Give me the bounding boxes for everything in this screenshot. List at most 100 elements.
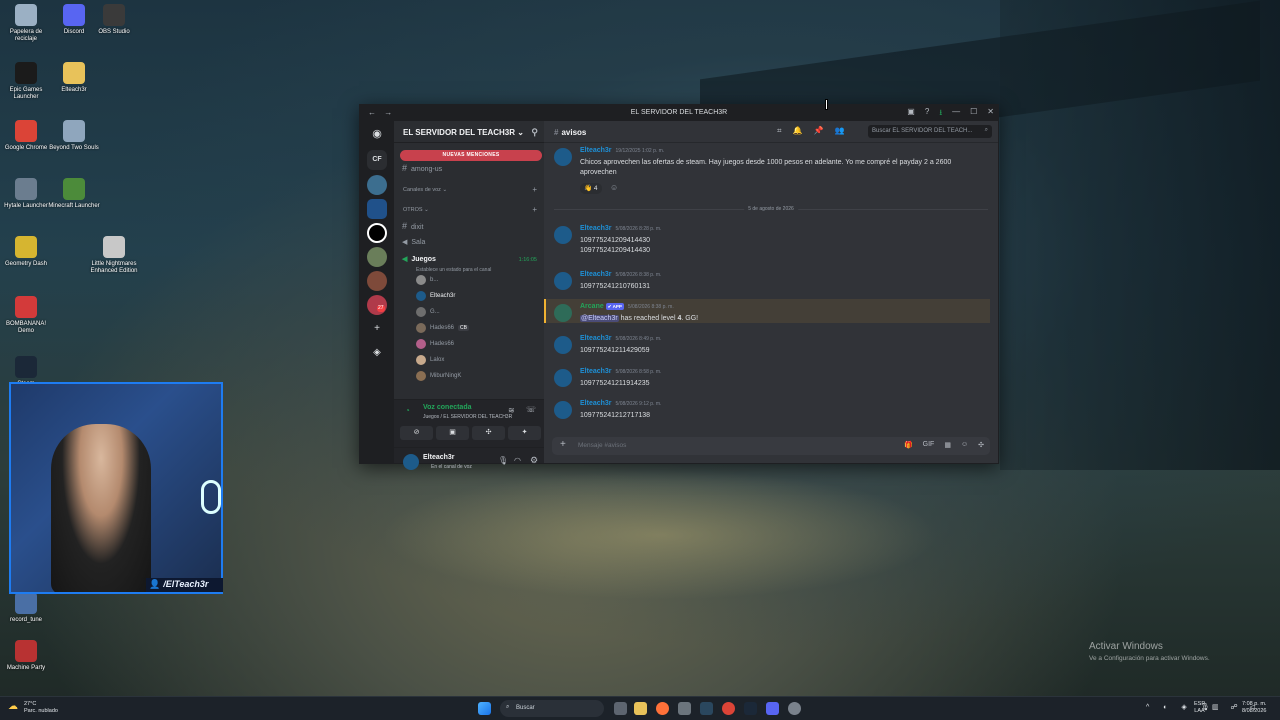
activities-button[interactable]: ✣ — [472, 426, 505, 440]
apps-icon[interactable]: ✣ — [978, 441, 984, 449]
disconnect-icon[interactable]: ☏ — [526, 405, 536, 414]
desktop-shortcut[interactable]: Beyond Two Souls — [46, 120, 102, 152]
add-server-icon[interactable]: + — [367, 319, 387, 339]
desktop-shortcut[interactable]: Little Nightmares Enhanced Edition — [86, 236, 142, 275]
voice-member[interactable]: Hades66 — [416, 339, 454, 349]
download-icon[interactable]: ⭳ — [939, 107, 942, 121]
avatar[interactable] — [554, 304, 572, 322]
desktop-shortcut[interactable]: Minecraft Launcher — [46, 178, 102, 210]
add-channel-icon[interactable]: + — [532, 205, 537, 214]
voice-member[interactable]: Lalox — [416, 355, 444, 365]
server-icon-2[interactable] — [367, 199, 387, 219]
gif-icon[interactable]: GIF — [923, 441, 935, 449]
server-icon-6[interactable]: 27 — [367, 295, 387, 315]
invite-people-icon[interactable]: ⚲ — [531, 127, 538, 138]
discord-taskbar-icon[interactable] — [766, 702, 779, 715]
home-discord-icon[interactable]: ◉ — [367, 124, 387, 144]
bell-icon[interactable]: 🔔 — [793, 126, 803, 136]
channel-sala[interactable]: ◀ Sala — [402, 238, 425, 246]
message-author[interactable]: Elteach3r 5/08/2026 8:49 p. m. — [580, 335, 661, 342]
channel-dixit[interactable]: # dixit — [402, 221, 423, 231]
reaction[interactable]: 👋 4 — [580, 183, 602, 194]
firefox-icon[interactable] — [656, 702, 669, 715]
sticker-icon[interactable]: ▦ — [944, 441, 951, 449]
avatar[interactable] — [554, 401, 572, 419]
gift-icon[interactable]: 🎁 — [904, 441, 913, 449]
message-author[interactable]: Elteach3r 5/08/2026 8:38 p. m. — [580, 271, 661, 278]
desktop-shortcut[interactable]: Geometry Dash — [0, 236, 54, 268]
chrome-icon[interactable] — [722, 702, 735, 715]
store-icon[interactable] — [678, 702, 691, 715]
pin-icon[interactable]: 📌 — [813, 126, 823, 136]
steam-app-icon[interactable] — [744, 702, 757, 715]
message-author[interactable]: Arcane ✔ APP 5/08/2026 8:38 p. m. — [580, 303, 674, 310]
message-composer[interactable]: + Mensaje #avisos 🎁 GIF ▦ ☺ ✣ — [552, 437, 990, 455]
steam-icon[interactable] — [700, 702, 713, 715]
language-indicator[interactable]: ESP LAA — [1194, 701, 1205, 715]
emoji-icon[interactable]: ☺ — [961, 441, 968, 449]
voice-status[interactable]: Voz conectada — [423, 404, 472, 411]
soundboard-button[interactable]: ✦ — [508, 426, 541, 440]
channel-among-us[interactable]: # among-us — [402, 163, 442, 173]
avatar[interactable] — [554, 226, 572, 244]
add-channel-icon[interactable]: + — [532, 185, 537, 194]
minimize-button[interactable]: — — [952, 107, 960, 121]
avatar[interactable] — [403, 454, 419, 470]
avatar[interactable] — [554, 148, 572, 166]
server-icon-5[interactable] — [367, 271, 387, 291]
weather-widget[interactable]: 27°C Parc. nublado — [24, 701, 58, 715]
settings-icon[interactable] — [788, 702, 801, 715]
desktop-shortcut[interactable]: OBS Studio — [86, 4, 142, 36]
channel-status-hint[interactable]: Establece un estado para el canal — [416, 267, 491, 273]
message-author[interactable]: Elteach3r 5/08/2026 8:28 p. m. — [580, 225, 661, 232]
help-icon[interactable]: ? — [925, 107, 929, 121]
desktop-shortcut[interactable]: BOMBANANA! Demo — [0, 296, 54, 335]
avatar[interactable] — [554, 336, 572, 354]
screen-share-button[interactable]: ▣ — [436, 426, 469, 440]
server-name-header[interactable]: EL SERVIDOR DEL TEACH3R ⌄ ⚲ — [394, 121, 544, 143]
threads-icon[interactable]: ⌗ — [777, 126, 782, 136]
camera-off-button[interactable]: ⊘ — [400, 426, 433, 440]
avatar[interactable] — [554, 369, 572, 387]
noise-suppression-icon[interactable]: ≋ — [508, 406, 515, 415]
search-input[interactable]: Buscar EL SERVIDOR DEL TEACH... ⌕ — [868, 125, 992, 138]
voice-member[interactable]: MiburNingK — [416, 371, 461, 381]
clock[interactable]: 7:08 p. m. 8/08/2026 — [1242, 701, 1266, 715]
explore-servers-icon[interactable]: ◈ — [367, 343, 387, 363]
headphones-icon[interactable]: ◠ — [514, 456, 521, 465]
desktop-shortcut[interactable]: Machine Party — [0, 640, 54, 672]
desktop-shortcut[interactable]: Elteach3r — [46, 62, 102, 94]
user-mention[interactable]: @Elteach3r — [580, 315, 619, 322]
message-author[interactable]: Elteach3r 5/08/2026 9:12 p. m. — [580, 400, 661, 407]
category-others[interactable]: OTROS ⌄ — [403, 207, 429, 213]
member-list-icon[interactable]: 👥 — [834, 126, 844, 136]
voice-member[interactable]: Hades66 CB — [416, 323, 469, 333]
start-button[interactable] — [478, 702, 491, 715]
category-voice[interactable]: Canales de voz ⌄ — [403, 187, 447, 193]
message-author[interactable]: Elteach3r 5/08/2026 8:58 p. m. — [580, 368, 661, 375]
weather-icon[interactable]: ☁ — [8, 701, 18, 712]
server-icon-1[interactable] — [367, 175, 387, 195]
new-mentions-banner[interactable]: NUEVAS MENCIONES — [400, 150, 542, 161]
server-icon-3[interactable] — [367, 223, 387, 243]
message-author[interactable]: Elteach3r 19/12/2025 1:02 p. m. — [580, 147, 664, 154]
add-attachment-icon[interactable]: + — [560, 439, 566, 450]
close-button[interactable]: ✕ — [987, 107, 994, 121]
avatar[interactable] — [554, 272, 572, 290]
voice-member[interactable]: G... — [416, 307, 440, 317]
server-icon-4[interactable] — [367, 247, 387, 267]
microphone-icon[interactable]: 🎙 — [498, 456, 508, 465]
voice-member[interactable]: b... — [416, 275, 438, 285]
tray-icons[interactable]: ^ ◐ ◈ 🎙 — [1146, 703, 1216, 711]
add-reaction-icon[interactable]: ☺ — [610, 183, 618, 192]
gear-icon[interactable]: ⚙ — [530, 455, 538, 466]
task-view-icon[interactable] — [614, 702, 627, 715]
voice-member[interactable]: Elteach3r — [416, 291, 455, 301]
voice-channel-juegos[interactable]: ◀ Juegos — [402, 255, 436, 263]
inbox-icon[interactable]: ▣ — [907, 107, 915, 121]
file-explorer-icon[interactable] — [634, 702, 647, 715]
taskbar-search[interactable]: ⌕ Buscar — [500, 700, 604, 717]
maximize-button[interactable]: ☐ — [970, 107, 977, 121]
desktop-shortcut[interactable]: record_tune — [0, 592, 54, 624]
server-folder-cf[interactable]: CF — [367, 150, 387, 170]
